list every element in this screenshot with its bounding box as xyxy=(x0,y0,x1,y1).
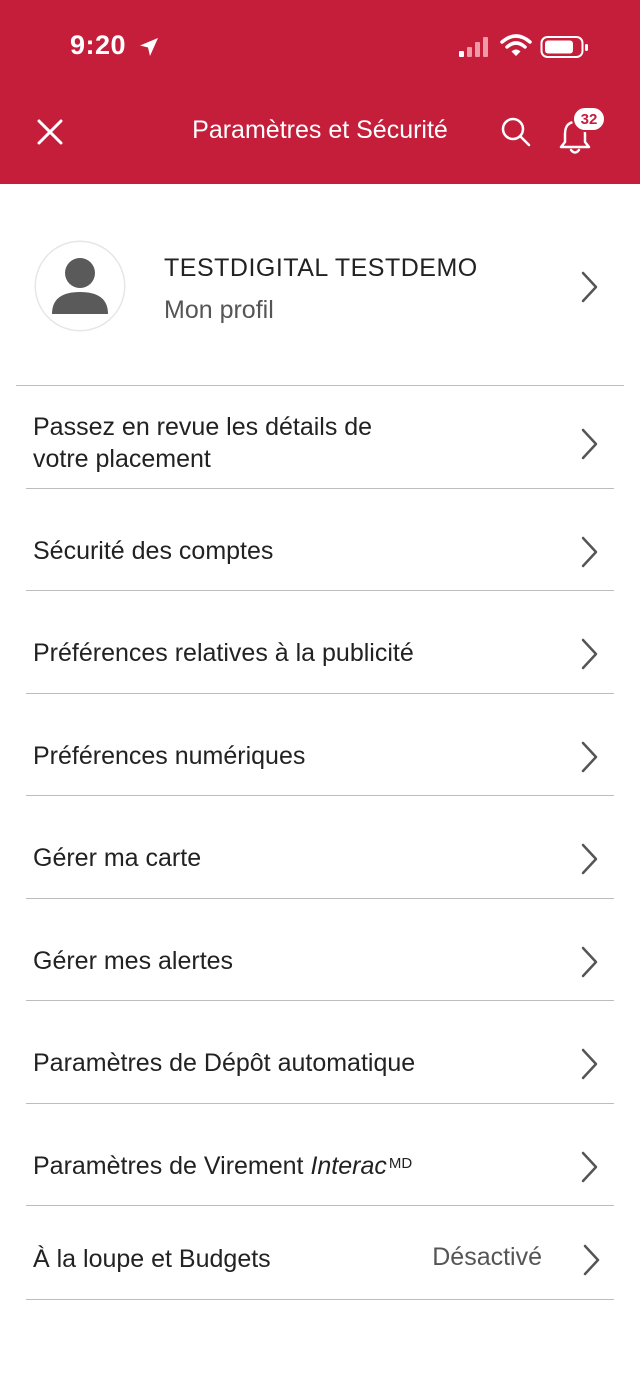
menu-item-investment-details[interactable]: Passez en revue les détails de votre pla… xyxy=(0,386,640,489)
profile-row[interactable]: TESTDIGITAL TESTDEMO Mon profil xyxy=(0,184,640,386)
menu-item-interac-transfer[interactable]: Paramètres de Virement Interac MD xyxy=(0,1104,640,1206)
chevron-right-icon xyxy=(581,946,598,978)
menu-item-insights-budgets[interactable]: À la loupe et Budgets Désactivé xyxy=(0,1206,640,1300)
search-button[interactable] xyxy=(492,110,540,154)
notifications-button[interactable]: 32 xyxy=(552,106,606,160)
menu-item-label-line2: votre placement xyxy=(33,445,211,473)
profile-name: TESTDIGITAL TESTDEMO xyxy=(164,254,478,282)
status-time: 9:20 xyxy=(70,30,127,60)
divider xyxy=(26,1299,614,1300)
header: 9:20 Paramètres et Sécurité 32 xyxy=(0,0,640,184)
wifi-icon xyxy=(500,34,532,58)
menu-item-label: Préférences relatives à la publicité xyxy=(33,639,414,667)
page-title: Paramètres et Sécurité xyxy=(192,116,448,144)
close-button[interactable] xyxy=(28,110,72,154)
location-arrow-icon xyxy=(138,36,160,58)
menu-item-manage-alerts[interactable]: Gérer mes alertes xyxy=(0,899,640,1001)
profile-subtitle: Mon profil xyxy=(164,296,274,324)
menu-item-label: Sécurité des comptes xyxy=(33,537,274,565)
status-bar: 9:20 xyxy=(0,0,640,96)
menu-item-ad-preferences[interactable]: Préférences relatives à la publicité xyxy=(0,591,640,694)
chevron-right-icon xyxy=(581,1048,598,1080)
search-icon xyxy=(501,117,531,147)
chevron-right-icon xyxy=(581,638,598,670)
nav-bar: Paramètres et Sécurité 32 xyxy=(0,96,640,184)
menu-item-label: À la loupe et Budgets xyxy=(33,1245,271,1273)
chevron-right-icon xyxy=(581,741,598,773)
close-icon xyxy=(37,119,63,145)
chevron-right-icon xyxy=(581,1151,598,1183)
avatar xyxy=(36,242,124,330)
menu-item-account-security[interactable]: Sécurité des comptes xyxy=(0,489,640,591)
menu-item-label-line1: Passez en revue les détails de xyxy=(33,413,373,441)
menu-item-digital-preferences[interactable]: Préférences numériques xyxy=(0,694,640,796)
chevron-right-icon xyxy=(581,271,598,303)
notification-badge: 32 xyxy=(572,106,606,132)
menu-item-label: Paramètres de Dépôt automatique xyxy=(33,1049,416,1077)
status-value: Désactivé xyxy=(432,1243,542,1271)
menu-item-label: Gérer mes alertes xyxy=(33,947,234,975)
signal-icon xyxy=(458,36,492,58)
chevron-right-icon xyxy=(581,536,598,568)
menu-item-label: Gérer ma carte xyxy=(33,844,202,872)
chevron-right-icon xyxy=(581,428,598,460)
menu-item-manage-card[interactable]: Gérer ma carte xyxy=(0,796,640,899)
battery-icon xyxy=(540,34,590,60)
chevron-right-icon xyxy=(581,843,598,875)
user-avatar-icon xyxy=(52,258,108,314)
menu-item-label: Paramètres de Virement Interac MD xyxy=(33,1152,413,1180)
menu-item-label: Préférences numériques xyxy=(33,742,306,770)
menu-item-auto-deposit[interactable]: Paramètres de Dépôt automatique xyxy=(0,1001,640,1104)
chevron-right-icon xyxy=(583,1244,600,1276)
settings-menu: Passez en revue les détails de votre pla… xyxy=(0,386,640,1300)
